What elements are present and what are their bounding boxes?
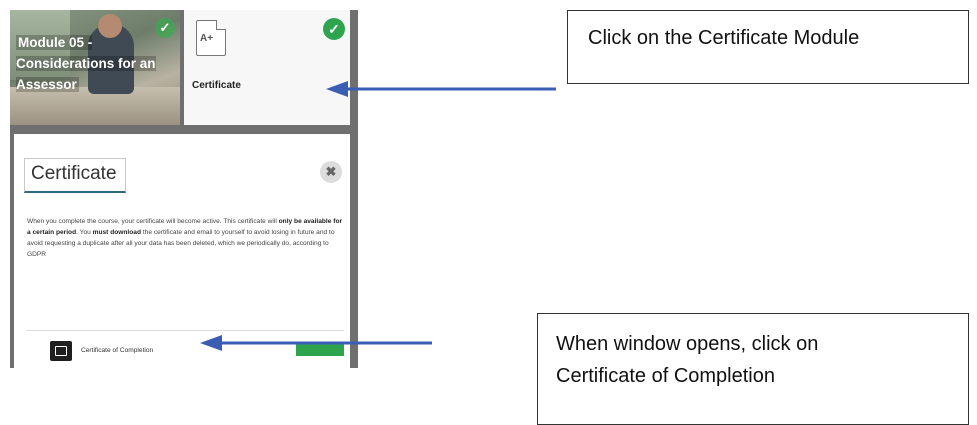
close-icon[interactable]: ✖ (320, 161, 342, 183)
callout-text: When window opens, click on Certificate … (556, 328, 818, 392)
callout-line: Certificate of Completion (556, 365, 775, 387)
certificate-tile-label: Certificate (192, 80, 241, 91)
module-05-tile[interactable]: Module 05 - Considerations for an Assess… (10, 10, 180, 125)
instruction-callout-2: When window opens, click on Certificate … (537, 313, 969, 425)
instruction-callout-1: Click on the Certificate Module (567, 10, 969, 84)
modal-description: When you complete the course, your certi… (27, 218, 343, 258)
certificate-module-tile[interactable]: A+ ✓ Certificate (184, 10, 350, 125)
modal-title-box: Certificate (24, 158, 126, 193)
app-screenshot: Module 05 - Considerations for an Assess… (10, 10, 358, 368)
modal-title: Certificate (31, 163, 117, 184)
document-grade-icon: A+ (196, 20, 226, 56)
arrow-to-certificate-of-completion (200, 335, 432, 351)
divider (26, 330, 344, 331)
callout-line: When window opens, click on (556, 333, 819, 355)
arrow-to-certificate-tile (326, 81, 556, 97)
module-title: Module 05 - Considerations for an Assess… (16, 35, 156, 92)
certificate-icon (50, 341, 72, 361)
callout-text: Click on the Certificate Module (588, 27, 860, 49)
check-icon: ✓ (323, 18, 345, 40)
check-icon: ✓ (155, 18, 175, 38)
certificate-item-label: Certificate of Completion (81, 347, 154, 354)
